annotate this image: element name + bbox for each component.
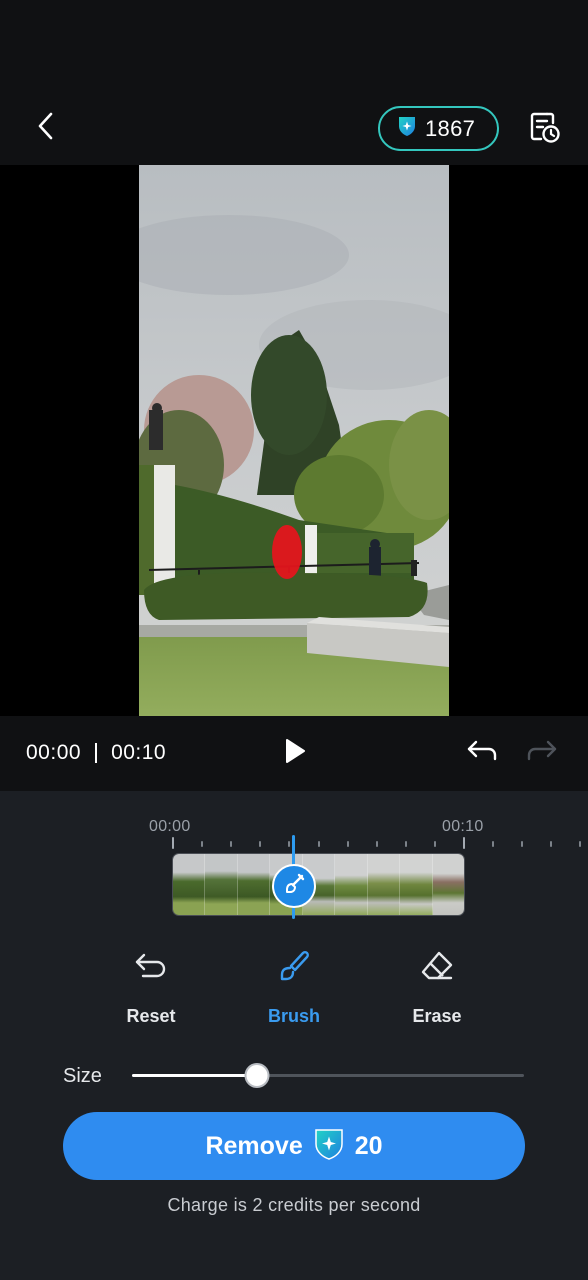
- undo-icon: [465, 739, 499, 768]
- editor-panel: 00:00 00:10 Reset Brush Erase Size Remov…: [0, 791, 588, 1280]
- brush-icon: [283, 873, 305, 900]
- credits-badge[interactable]: 1867: [378, 106, 499, 151]
- play-button[interactable]: [280, 738, 310, 768]
- total-duration: 00:10: [111, 741, 167, 764]
- mask-highlight: [272, 525, 302, 579]
- time-separator: [95, 743, 98, 763]
- ruler-tick: [259, 841, 261, 847]
- size-slider-thumb[interactable]: [244, 1063, 270, 1088]
- video-frame[interactable]: [139, 165, 449, 716]
- current-time: 00:00: [26, 741, 82, 764]
- ruler-tick: [201, 841, 203, 847]
- ruler-tick: [463, 837, 465, 849]
- ruler-tick: [318, 841, 320, 847]
- erase-tool[interactable]: Erase: [387, 946, 487, 1027]
- time-readout: 00:00 00:10: [26, 741, 166, 765]
- timeline-end-label: 00:10: [442, 818, 484, 835]
- credits-count: 1867: [425, 115, 476, 141]
- reset-tool[interactable]: Reset: [101, 946, 201, 1027]
- playback-bar: 00:00 00:10: [0, 716, 588, 791]
- thumbnail-frame: [173, 854, 206, 915]
- ruler-tick: [405, 841, 407, 847]
- ruler-tick: [521, 841, 523, 847]
- charge-note: Charge is 2 credits per second: [167, 1195, 421, 1215]
- brush-tool-label: Brush: [267, 1006, 320, 1026]
- redo-icon: [525, 739, 559, 768]
- thumbnail-frame: [205, 854, 238, 915]
- video-preview: [0, 165, 588, 716]
- ruler-tick: [347, 841, 349, 847]
- undo-button[interactable]: [462, 736, 502, 770]
- play-icon: [283, 737, 307, 770]
- redo-button[interactable]: [522, 736, 562, 770]
- remove-cost: 20: [354, 1131, 383, 1160]
- thumbnail-frame: [432, 854, 464, 915]
- thumbnail-frame: [400, 854, 433, 915]
- size-label: Size: [63, 1065, 102, 1087]
- size-slider-fill: [132, 1074, 258, 1077]
- ruler-tick: [492, 841, 494, 847]
- reset-tool-label: Reset: [126, 1006, 176, 1026]
- thumbnail-frame: [335, 854, 368, 915]
- eraser-icon: [417, 946, 457, 986]
- remove-button[interactable]: Remove 20: [63, 1112, 525, 1180]
- brush-icon: [274, 946, 314, 986]
- ruler-tick: [230, 841, 232, 847]
- chevron-left-icon: [35, 111, 57, 146]
- history-button[interactable]: [524, 110, 564, 148]
- credit-shield-icon: [313, 1127, 345, 1166]
- timeline-start-label: 00:00: [149, 818, 191, 835]
- thumbnail-frame: [367, 854, 401, 915]
- brush-tool[interactable]: Brush: [244, 946, 344, 1027]
- ruler-tick: [288, 841, 290, 847]
- ruler-tick: [579, 841, 581, 847]
- top-bar: 1867: [0, 0, 588, 165]
- timeline-thumbnail-strip[interactable]: [172, 853, 465, 916]
- ruler-tick: [376, 841, 378, 847]
- playhead-handle[interactable]: [272, 864, 316, 908]
- credit-shield-icon: [397, 115, 417, 142]
- size-slider[interactable]: [132, 1063, 524, 1088]
- reset-arrow-icon: [131, 946, 171, 986]
- remove-button-label: Remove: [205, 1131, 303, 1160]
- back-button[interactable]: [26, 108, 66, 148]
- ruler-tick: [172, 837, 174, 849]
- history-list-icon: [527, 110, 561, 149]
- thumbnail-frame: [237, 854, 271, 915]
- ruler-tick: [434, 841, 436, 847]
- erase-tool-label: Erase: [412, 1006, 462, 1026]
- ruler-tick: [550, 841, 552, 847]
